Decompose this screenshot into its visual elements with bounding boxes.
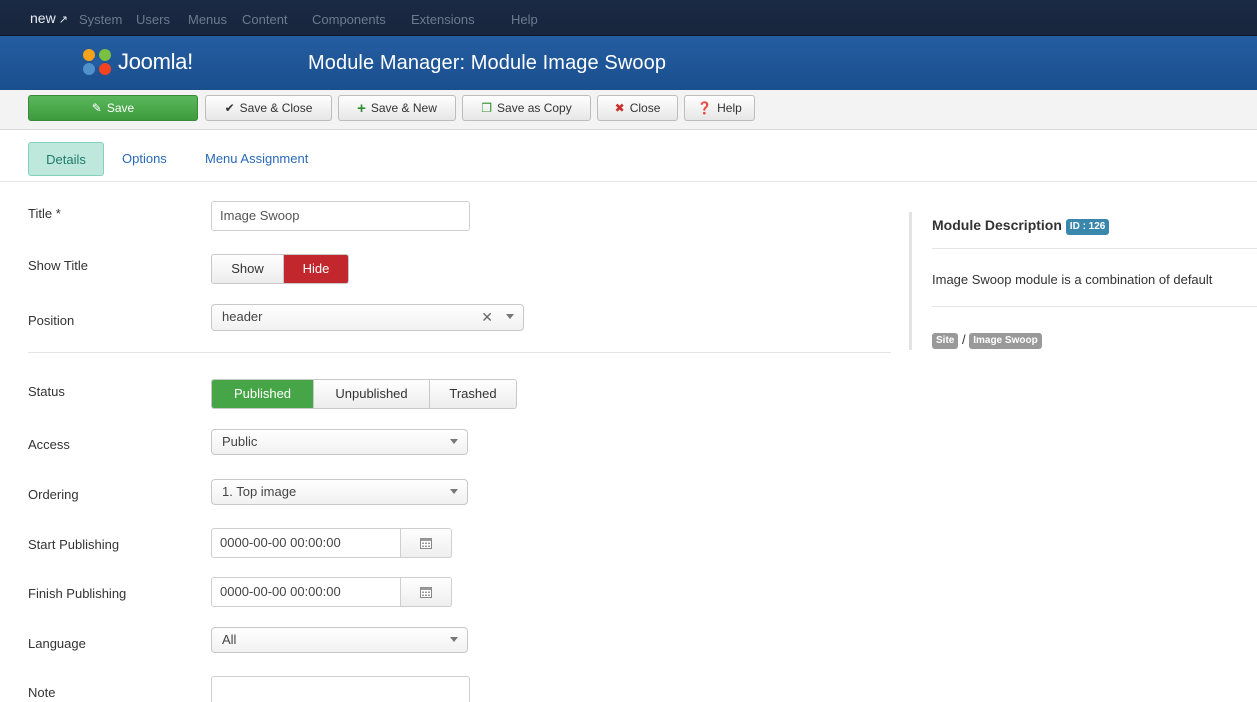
panel-divider — [932, 306, 1257, 307]
finish-publishing-input[interactable]: 0000-00-00 00:00:00 — [211, 577, 401, 607]
unpublished-option[interactable]: Unpublished — [314, 380, 430, 408]
module-description-title: Module Description — [932, 217, 1062, 233]
clear-icon[interactable]: ✕ — [481, 305, 493, 329]
calendar-icon — [420, 538, 432, 549]
site-badge: Site — [932, 333, 959, 349]
save-close-label: Save & Close — [239, 101, 313, 115]
access-label: Access — [28, 437, 70, 452]
joomla-logo-icon — [83, 49, 111, 75]
trashed-option[interactable]: Trashed — [430, 380, 516, 408]
language-value: All — [222, 632, 237, 647]
calendar-button[interactable] — [400, 528, 452, 558]
calendar-icon — [420, 587, 432, 598]
menu-extensions[interactable]: Extensions — [411, 12, 475, 27]
chevron-down-icon — [506, 314, 514, 319]
hide-option[interactable]: Hide — [284, 255, 348, 283]
finish-publishing-field: 0000-00-00 00:00:00 — [211, 577, 452, 607]
tab-menu-assignment[interactable]: Menu Assignment — [205, 142, 308, 176]
help-button[interactable]: ❓ Help — [684, 95, 755, 121]
menu-system[interactable]: System — [79, 12, 122, 27]
site-brand-link[interactable]: new ↗ — [30, 10, 68, 26]
module-description-text: Image Swoop module is a combination of d… — [932, 272, 1213, 287]
save-close-button[interactable]: ✔ Save & Close — [205, 95, 332, 121]
module-description-panel: Module Description ID : 126 Image Swoop … — [909, 212, 1257, 350]
system-menubar: new ↗ System Users Menus Content Componen… — [0, 0, 1257, 36]
site-brand-label: new — [30, 10, 56, 26]
show-option[interactable]: Show — [212, 255, 284, 283]
chevron-down-icon — [450, 489, 458, 494]
chevron-down-icon — [450, 637, 458, 642]
save-button[interactable]: ✎ Save — [28, 95, 198, 121]
start-publishing-label: Start Publishing — [28, 537, 120, 552]
external-link-icon: ↗ — [58, 14, 68, 26]
note-label: Note — [28, 685, 56, 700]
ordering-select[interactable]: 1. Top image — [211, 479, 468, 505]
menu-content[interactable]: Content — [242, 12, 288, 27]
save-new-button[interactable]: + Save & New — [338, 95, 456, 121]
action-toolbar: ✎ Save ✔ Save & Close + Save & New ❐ Sav… — [0, 90, 1257, 130]
close-label: Close — [629, 101, 661, 115]
position-value: header — [222, 309, 263, 324]
tab-bar: Details Options Menu Assignment — [0, 130, 1257, 182]
module-id-badge: ID : 126 — [1065, 219, 1110, 235]
breadcrumb-separator: / — [961, 332, 966, 347]
check-icon: ✔ — [224, 101, 235, 115]
title-field[interactable]: Image Swoop — [211, 201, 470, 231]
copy-icon: ❐ — [481, 101, 493, 115]
menu-components[interactable]: Components — [312, 12, 386, 27]
module-breadcrumb: Site / Image Swoop — [932, 332, 1042, 349]
module-name-badge: Image Swoop — [969, 333, 1042, 349]
show-title-toggle: Show Hide — [211, 254, 349, 284]
title-label: Title * — [28, 206, 61, 221]
chevron-down-icon — [450, 439, 458, 444]
question-icon: ❓ — [697, 101, 713, 115]
edit-icon: ✎ — [91, 101, 102, 115]
calendar-button[interactable] — [400, 577, 452, 607]
show-title-label: Show Title — [28, 258, 88, 273]
menu-help[interactable]: Help — [511, 12, 538, 27]
ordering-label: Ordering — [28, 487, 79, 502]
save-label: Save — [106, 101, 135, 115]
tab-options[interactable]: Options — [122, 142, 167, 176]
position-select[interactable]: header ✕ — [211, 304, 524, 331]
joomla-logo[interactable]: Joomla! — [80, 44, 193, 80]
note-field[interactable] — [211, 676, 470, 702]
language-select[interactable]: All — [211, 627, 468, 653]
form-divider — [28, 352, 891, 353]
access-select[interactable]: Public — [211, 429, 468, 455]
language-label: Language — [28, 636, 86, 651]
module-description-heading: Module Description ID : 126 — [932, 217, 1110, 235]
close-button[interactable]: ✖ Close — [597, 95, 678, 121]
panel-divider — [932, 248, 1257, 249]
save-copy-button[interactable]: ❐ Save as Copy — [462, 95, 591, 121]
published-option[interactable]: Published — [212, 380, 314, 408]
tab-details[interactable]: Details — [28, 142, 104, 176]
logo-text: Joomla! — [118, 49, 193, 74]
page-header: Joomla! Module Manager: Module Image Swo… — [0, 36, 1257, 90]
access-value: Public — [222, 434, 258, 449]
help-label: Help — [717, 101, 742, 115]
position-label: Position — [28, 313, 75, 328]
plus-icon: + — [357, 99, 366, 117]
finish-publishing-label: Finish Publishing — [28, 586, 127, 601]
start-publishing-input[interactable]: 0000-00-00 00:00:00 — [211, 528, 401, 558]
save-copy-label: Save as Copy — [497, 101, 572, 115]
page-title: Module Manager: Module Image Swoop — [308, 52, 667, 74]
menu-users[interactable]: Users — [136, 12, 170, 27]
start-publishing-field: 0000-00-00 00:00:00 — [211, 528, 452, 558]
ordering-value: 1. Top image — [222, 484, 297, 499]
close-circle-icon: ✖ — [614, 101, 625, 115]
status-label: Status — [28, 384, 65, 399]
menu-menus[interactable]: Menus — [188, 12, 227, 27]
save-new-label: Save & New — [370, 101, 437, 115]
status-toggle: Published Unpublished Trashed — [211, 379, 517, 409]
